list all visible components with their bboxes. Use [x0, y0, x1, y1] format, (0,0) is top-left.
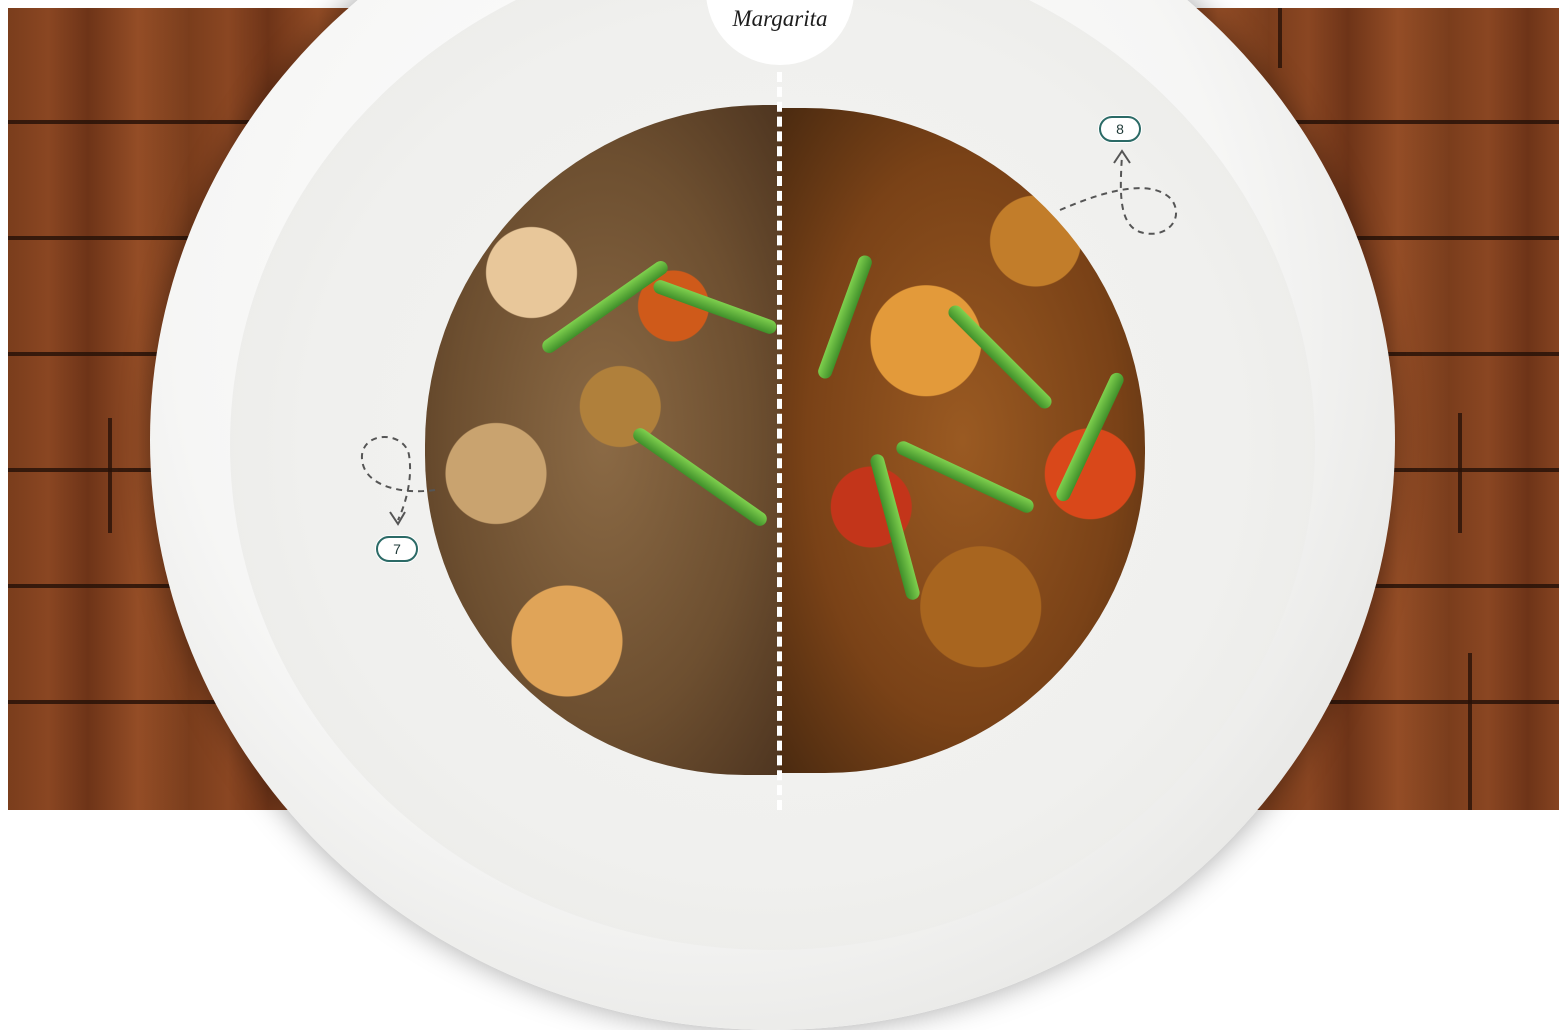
marker-badge-7[interactable]: 7 [376, 536, 418, 562]
comparison-divider [777, 72, 782, 810]
marker-badge-8[interactable]: 8 [1099, 116, 1141, 142]
logo-text: Margarita [732, 6, 828, 31]
